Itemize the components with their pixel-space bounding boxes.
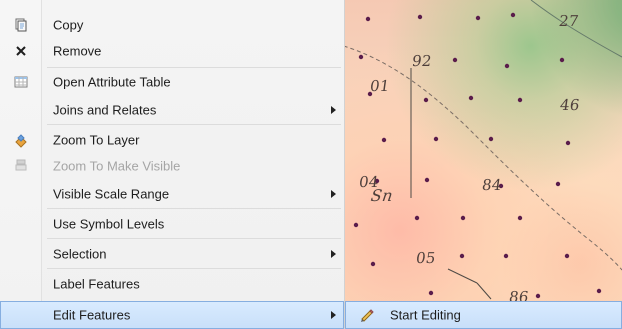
submenu-arrow-icon — [331, 190, 336, 198]
map-point — [428, 290, 434, 296]
submenu-item-label: Start Editing — [390, 307, 461, 323]
menu-item-zoom-to-make-visible: Zoom To Make Visible — [0, 152, 344, 180]
menu-item-label-features[interactable]: Label Features — [0, 270, 344, 298]
sample-points — [353, 12, 602, 299]
map-point — [460, 215, 466, 221]
map-point — [381, 137, 387, 143]
zoom-to-make-visible-icon-svg — [15, 159, 27, 171]
map-point — [414, 215, 420, 221]
menu-item-label: Zoom To Layer — [53, 132, 140, 148]
submenu-arrow-icon — [331, 106, 336, 114]
map-label-46: 46 — [558, 96, 581, 114]
map-point — [353, 222, 359, 228]
map-point — [365, 16, 371, 22]
map-point — [423, 97, 429, 103]
menu-item-visible-scale-range[interactable]: Visible Scale Range — [0, 180, 344, 208]
map-point — [417, 14, 423, 20]
map-point — [565, 140, 571, 146]
map-point — [504, 63, 510, 69]
menu-item-label: Zoom To Make Visible — [53, 158, 181, 174]
map-point — [468, 95, 474, 101]
map-point — [596, 288, 602, 294]
menu-item-label: Copy — [53, 17, 84, 33]
map-label-sn: Sn — [369, 186, 395, 205]
map-point — [517, 97, 523, 103]
menu-separator — [47, 268, 341, 269]
map-label-05: 05 — [414, 249, 437, 267]
map-point — [475, 15, 481, 21]
menu-item-label: Joins and Relates — [53, 102, 157, 118]
zoom-to-make-visible-icon — [13, 158, 29, 174]
arcgis-context-menu-screen: 27 92 01 46 04 Sn 84 05 86 Copy Remove O… — [0, 0, 622, 329]
menu-item-label: Visible Scale Range — [53, 186, 170, 202]
map-point — [358, 54, 364, 60]
menu-item-remove[interactable]: Remove — [0, 37, 344, 65]
map-overlay — [337, 0, 622, 300]
map-label-92: 92 — [410, 52, 433, 70]
menu-item-label: Remove — [53, 43, 102, 59]
map-point — [564, 253, 570, 259]
menu-item-use-symbol-levels[interactable]: Use Symbol Levels — [0, 210, 344, 238]
remove-icon-svg — [16, 46, 26, 56]
zoom-to-layer-icon-svg — [15, 134, 27, 148]
map-point — [488, 136, 494, 142]
map-point — [452, 57, 458, 63]
menu-separator — [47, 208, 341, 209]
map-point — [559, 57, 565, 63]
pencil-icon-svg — [361, 309, 374, 322]
submenu-arrow-icon — [331, 250, 336, 258]
menu-item-label: Use Symbol Levels — [53, 216, 165, 232]
map-label-27: 27 — [557, 12, 580, 30]
map-point — [503, 253, 509, 259]
remove-icon — [13, 43, 29, 59]
layer-context-menu: Copy Remove Open Attribute Table Joins a… — [0, 0, 345, 329]
map-point — [370, 261, 376, 267]
pencil-icon — [359, 307, 375, 323]
map-label-84: 84 — [480, 176, 503, 194]
menu-item-edit-features[interactable]: Edit Features — [0, 301, 344, 329]
menu-item-copy[interactable]: Copy — [0, 11, 344, 39]
attribute-table-icon-svg — [14, 76, 28, 88]
map-point — [459, 253, 465, 259]
edit-features-submenu: Start Editing — [345, 301, 622, 329]
map-point — [535, 293, 541, 299]
menu-separator — [47, 238, 341, 239]
attribute-table-icon — [13, 74, 29, 90]
map-label-01: 01 — [368, 77, 391, 95]
menu-item-selection[interactable]: Selection — [0, 240, 344, 268]
menu-separator — [47, 124, 341, 125]
copy-icon-svg — [15, 18, 27, 32]
copy-icon — [13, 17, 29, 33]
menu-item-label: Open Attribute Table — [53, 74, 171, 90]
submenu-item-start-editing[interactable]: Start Editing — [346, 302, 621, 328]
map-point — [424, 177, 430, 183]
menu-item-label: Label Features — [53, 276, 140, 292]
menu-item-label: Selection — [53, 246, 107, 262]
boundary-line — [447, 268, 478, 284]
map-panel: 27 92 01 46 04 Sn 84 05 86 — [337, 0, 622, 329]
map-point — [517, 215, 523, 221]
menu-item-joins-and-relates[interactable]: Joins and Relates — [0, 96, 344, 124]
map-point — [510, 12, 516, 18]
menu-item-open-attribute-table[interactable]: Open Attribute Table — [0, 68, 344, 96]
submenu-arrow-icon — [331, 311, 336, 319]
map-point — [433, 136, 439, 142]
boundary-line — [476, 282, 492, 300]
map-point — [555, 181, 561, 187]
menu-item-zoom-to-layer[interactable]: Zoom To Layer — [0, 126, 344, 154]
menu-item-label: Edit Features — [53, 307, 131, 323]
zoom-to-layer-icon — [13, 132, 29, 148]
